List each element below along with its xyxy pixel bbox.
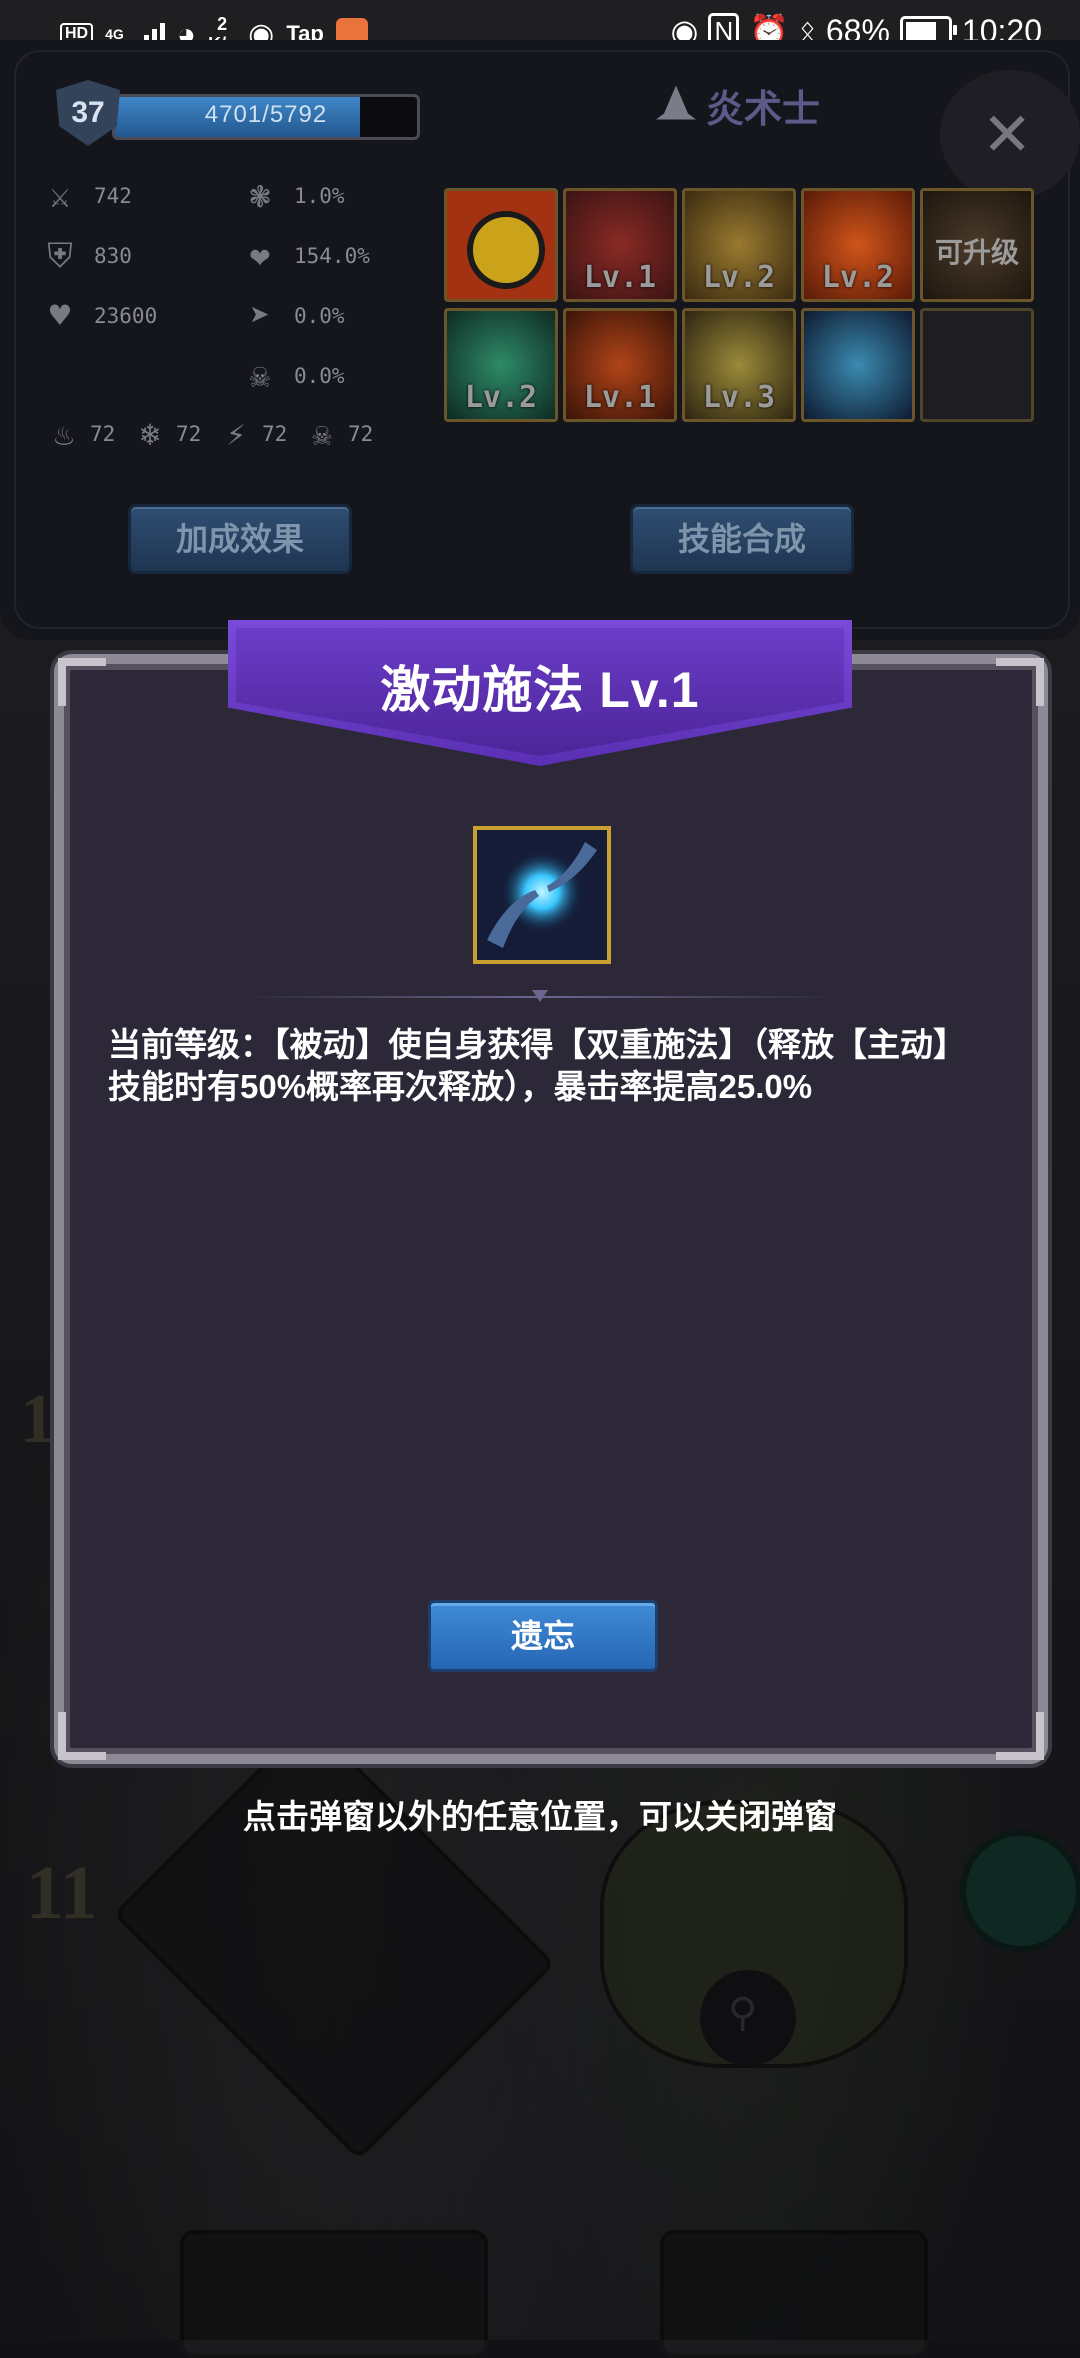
stat-defense: ⛨ 830	[40, 236, 132, 276]
skill-slot-3[interactable]: Lv.2	[682, 188, 796, 302]
magic-hands-icon	[477, 830, 607, 960]
snowflake-icon: ❄	[140, 415, 160, 453]
element-poison: ☠ 72	[302, 414, 373, 454]
stat-lifesteal: ☠ 0.0%	[240, 356, 345, 396]
lightning-icon: ⚡	[226, 415, 246, 453]
close-button[interactable]: ✕	[940, 70, 1080, 200]
crit-burst-icon: ❃	[249, 176, 271, 216]
element-fire: ♨ 72	[44, 414, 115, 454]
class-name: 炎术士	[706, 89, 821, 131]
dialog-corner	[58, 658, 106, 706]
dialog-corner	[58, 1712, 106, 1760]
broken-heart-icon: ❤	[249, 236, 271, 276]
fire-icon: ♨	[54, 415, 74, 453]
level-value: 37	[71, 96, 105, 129]
wizard-hat-icon	[656, 85, 696, 120]
skill-detail-dialog	[54, 654, 1048, 1764]
skull-crossbones-icon: ☠	[312, 415, 332, 453]
stat-health: ♥ 23600	[40, 296, 157, 336]
sword-icon: ⚔	[49, 176, 71, 216]
skill-slot-4[interactable]: Lv.2	[801, 188, 915, 302]
shield-icon: ⛨	[47, 236, 73, 276]
skill-slot-2[interactable]: Lv.1	[563, 188, 677, 302]
dialog-corner	[996, 1712, 1044, 1760]
boot-icon: ➤	[249, 296, 271, 336]
skill-grid: Lv.1 Lv.2 Lv.2 可升级 Lv.2 Lv.1 Lv.3	[444, 188, 1034, 422]
xp-text: 4701/5792	[204, 101, 328, 128]
skill-fusion-button[interactable]: 技能合成	[630, 504, 854, 574]
skill-slot-upgradable[interactable]: 可升级	[920, 188, 1034, 302]
skull-icon: ☠	[249, 356, 271, 396]
bonus-effect-button[interactable]: 加成效果	[128, 504, 352, 574]
dialog-corner	[996, 658, 1044, 706]
stat-dodge: ➤ 0.0%	[240, 296, 345, 336]
skill-slot-6[interactable]: Lv.2	[444, 308, 558, 422]
element-ice: ❄ 72	[130, 414, 201, 454]
stat-attack: ⚔ 742	[40, 176, 132, 216]
skill-icon	[473, 826, 611, 964]
class-title: 炎术士	[656, 78, 820, 133]
element-lightning: ⚡ 72	[216, 414, 287, 454]
skill-slot-1[interactable]	[444, 188, 558, 302]
skill-slot-empty[interactable]	[920, 308, 1034, 422]
skill-slot-7[interactable]: Lv.1	[563, 308, 677, 422]
close-hint: 点击弹窗以外的任意位置，可以关闭弹窗	[243, 1798, 837, 1835]
skill-slot-9[interactable]	[801, 308, 915, 422]
deer-emblem-icon	[467, 211, 545, 289]
stat-crit-damage: ❤ 154.0%	[240, 236, 370, 276]
xp-bar: 4701/5792	[112, 94, 420, 140]
dialog-title: 激动施法 Lv.1	[380, 662, 700, 718]
skill-slot-8[interactable]: Lv.3	[682, 308, 796, 422]
close-icon: ✕	[982, 101, 1033, 168]
stat-crit-rate: ❃ 1.0%	[240, 176, 345, 216]
skill-description: 当前等级：【被动】使自身获得【双重施法】（释放【主动】技能时有50%概率再次释放…	[108, 1026, 966, 1105]
forget-skill-button[interactable]: 遗忘	[428, 1600, 658, 1672]
heart-icon: ♥	[49, 296, 71, 336]
